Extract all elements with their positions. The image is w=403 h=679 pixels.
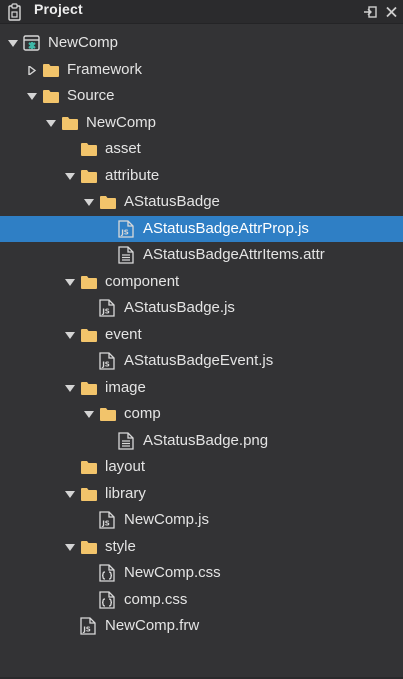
tree-item[interactable]: AStatusBadge.png xyxy=(0,428,403,455)
svg-text:JS: JS xyxy=(101,361,110,369)
folder-icon xyxy=(81,487,97,501)
tree-item-label: layout xyxy=(105,458,146,475)
folder-icon xyxy=(81,461,97,474)
project-panel-icon xyxy=(8,3,21,21)
project-icon xyxy=(23,35,40,51)
css-file-icon xyxy=(99,564,115,582)
svg-text:JS: JS xyxy=(101,308,110,316)
tree-item-label: asset xyxy=(105,140,141,157)
tree-item-label: NewComp.css xyxy=(124,564,221,581)
css-file-icon xyxy=(99,590,115,609)
js-file-icon: JS xyxy=(99,511,115,529)
tree-item-label: AStatusBadgeAttrItems.attr xyxy=(143,246,325,263)
tree-item[interactable]: Framework xyxy=(0,57,403,84)
tree-item[interactable]: component xyxy=(0,269,403,296)
folder-icon xyxy=(81,143,97,156)
tree-item-label: AStatusBadge.js xyxy=(124,299,235,316)
tree-item[interactable]: library xyxy=(0,481,403,508)
folder-icon xyxy=(43,63,59,77)
expanded-arrow-icon[interactable] xyxy=(84,410,94,419)
tree-item-label: comp xyxy=(124,405,161,422)
folder-icon xyxy=(81,540,97,554)
tree-item[interactable]: JS AStatusBadge.js xyxy=(0,295,403,322)
tree-item[interactable]: NewComp xyxy=(0,110,403,137)
folder-icon xyxy=(100,196,116,209)
folder-icon xyxy=(81,328,97,342)
collapsed-arrow-icon[interactable] xyxy=(27,65,37,75)
tree-item-label: style xyxy=(105,537,136,555)
tree-item[interactable]: JS NewComp.frw xyxy=(0,613,403,640)
tree-item[interactable]: attribute xyxy=(0,163,403,190)
expanded-arrow-icon[interactable] xyxy=(65,278,75,287)
folder-icon xyxy=(81,169,97,183)
project-panel-header: Project xyxy=(0,0,403,24)
tree-item[interactable]: JS NewComp.js xyxy=(0,507,403,534)
js-file-icon: JS xyxy=(99,299,115,317)
tree-item-label: event xyxy=(105,325,142,343)
tree-item[interactable]: style xyxy=(0,534,403,561)
tree-item-label: attribute xyxy=(105,166,160,184)
svg-text:JS: JS xyxy=(82,626,91,634)
tree-item[interactable]: NewComp xyxy=(0,30,403,57)
tree-item[interactable]: event xyxy=(0,322,403,349)
tree-item-label: image xyxy=(105,378,146,396)
dock-pin-icon[interactable] xyxy=(364,6,377,18)
tree-item[interactable]: asset xyxy=(0,136,403,163)
expanded-arrow-icon[interactable] xyxy=(65,543,75,552)
expanded-arrow-icon[interactable] xyxy=(8,39,18,48)
js-file-icon: JS xyxy=(80,617,96,635)
tree-item-label: library xyxy=(105,484,146,502)
tree-item[interactable]: AStatusBadge xyxy=(0,189,403,216)
tree-item-label: NewComp xyxy=(86,113,157,131)
folder-icon xyxy=(43,90,59,103)
folder-icon xyxy=(100,408,116,421)
tree-item-label: Framework xyxy=(67,60,143,78)
text-file-icon xyxy=(118,431,134,450)
expanded-arrow-icon[interactable] xyxy=(65,331,75,340)
tree-item[interactable]: comp.css xyxy=(0,587,403,614)
js-file-icon: JS xyxy=(99,352,115,370)
tree-item[interactable]: AStatusBadgeAttrItems.attr xyxy=(0,242,403,269)
tree-item-label: NewComp.frw xyxy=(105,617,200,634)
tree-item[interactable]: NewComp.css xyxy=(0,560,403,587)
tree-item-label: AStatusBadgeEvent.js xyxy=(124,352,274,369)
folder-icon xyxy=(81,381,97,395)
expanded-arrow-icon[interactable] xyxy=(84,198,94,207)
folder-icon xyxy=(81,275,97,289)
expanded-arrow-icon[interactable] xyxy=(27,92,37,101)
tree-item[interactable]: layout xyxy=(0,454,403,481)
tree-item-label: comp.css xyxy=(124,590,188,608)
tree-item-label: AStatusBadge xyxy=(124,193,220,210)
folder-icon xyxy=(62,116,78,130)
expanded-arrow-icon[interactable] xyxy=(46,119,56,128)
tree-item-label: NewComp.js xyxy=(124,511,210,528)
expanded-arrow-icon[interactable] xyxy=(65,490,75,499)
tree-item[interactable]: JS AStatusBadgeEvent.js xyxy=(0,348,403,375)
svg-text:JS: JS xyxy=(120,228,129,236)
tree-item-label: NewComp xyxy=(48,34,119,51)
panel-title: Project xyxy=(34,1,83,17)
expanded-arrow-icon[interactable] xyxy=(65,384,75,393)
close-panel-icon[interactable] xyxy=(386,6,397,18)
svg-text:JS: JS xyxy=(101,520,110,528)
expanded-arrow-icon[interactable] xyxy=(65,172,75,181)
tree-item-label: Source xyxy=(67,87,115,104)
tree-item-label: AStatusBadge.png xyxy=(143,431,269,449)
text-file-icon xyxy=(118,246,134,264)
tree-item-label: AStatusBadgeAttrProp.js xyxy=(143,219,309,237)
tree-item[interactable]: comp xyxy=(0,401,403,428)
project-file-tree: NewComp Framework Source NewComp asset attrib… xyxy=(0,30,403,640)
tree-item[interactable]: JS AStatusBadgeAttrProp.js xyxy=(0,215,403,242)
js-file-icon: JS xyxy=(118,219,134,238)
tree-item[interactable]: Source xyxy=(0,83,403,110)
tree-item-label: component xyxy=(105,272,180,290)
tree-item[interactable]: image xyxy=(0,375,403,402)
